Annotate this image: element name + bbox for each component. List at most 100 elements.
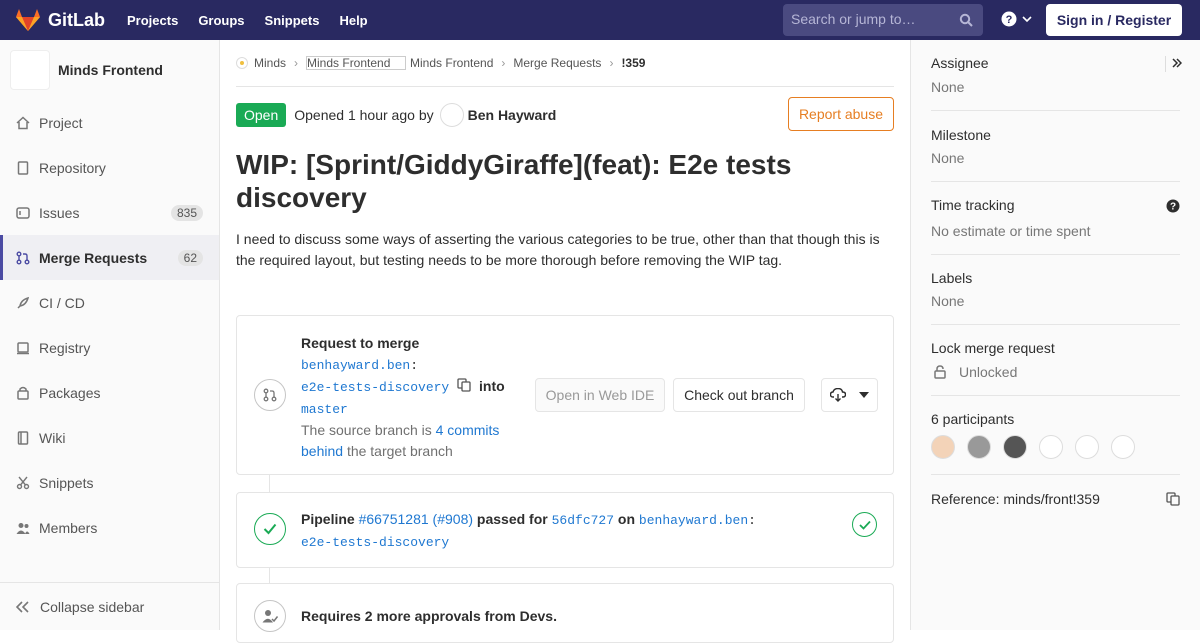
copy-icon[interactable] — [457, 378, 471, 392]
opened-time: 1 hour ago — [347, 106, 415, 123]
behind-prefix: The source branch is — [301, 422, 432, 438]
pipeline-colon: : — [748, 513, 756, 528]
gitlab-tanuki-icon — [16, 9, 40, 31]
commits-behind-link[interactable]: 4 commits — [436, 422, 500, 438]
sidebar-item-members[interactable]: Members — [0, 505, 219, 550]
pipeline-id-link[interactable]: #66751281 — [359, 511, 429, 527]
widget-connector — [269, 568, 270, 583]
sign-in-button[interactable]: Sign in / Register — [1046, 4, 1182, 36]
sidebar-item-merge-requests[interactable]: Merge Requests 62 — [0, 235, 219, 280]
search-input[interactable]: Search or jump to… — [783, 4, 983, 36]
breadcrumb-project-image-alt: Minds Frontend — [307, 56, 391, 70]
pipeline-label: Pipeline — [301, 511, 355, 527]
nav-snippets[interactable]: Snippets — [265, 13, 320, 28]
sidebar-item-ci-cd[interactable]: CI / CD — [0, 280, 219, 325]
gitlab-logo[interactable]: GitLab — [16, 9, 105, 31]
pipeline-info: Pipeline #66751281 (#908) passed for 56d… — [301, 509, 801, 553]
sidebar-item-label: Wiki — [39, 429, 66, 446]
doc-icon — [16, 160, 30, 175]
source-colon: : — [410, 358, 419, 373]
help-dropdown[interactable]: ? — [1001, 11, 1032, 27]
sidebar-item-registry[interactable]: Registry — [0, 325, 219, 370]
opened-info: Opened 1 hour ago by — [294, 107, 433, 123]
source-branch[interactable]: e2e-tests-discovery — [301, 380, 449, 395]
copy-icon[interactable] — [1166, 492, 1180, 506]
lock-value: Unlocked — [959, 364, 1018, 380]
pipeline-success-icon[interactable] — [254, 513, 286, 545]
sidebar-item-snippets[interactable]: Snippets — [0, 460, 219, 505]
breadcrumb-current[interactable]: !359 — [621, 56, 645, 70]
sidebar-item-repository[interactable]: Repository — [0, 145, 219, 190]
container-icon — [16, 341, 30, 355]
collapse-right-sidebar-button[interactable] — [1165, 56, 1183, 72]
labels-block: Labels None — [931, 255, 1180, 325]
approvals-widget: Requires 2 more approvals from Devs. — [236, 583, 894, 643]
participant-avatar[interactable] — [967, 435, 991, 459]
lock-open-icon — [934, 365, 946, 379]
sidebar-project-header[interactable]: Minds Frontend — [0, 40, 219, 100]
participant-avatar[interactable] — [1075, 435, 1099, 459]
nav-projects[interactable]: Projects — [127, 13, 178, 28]
sidebar-item-label: Merge Requests — [39, 249, 148, 266]
collapse-sidebar-button[interactable]: Collapse sidebar — [0, 582, 219, 630]
participant-avatar[interactable] — [931, 435, 955, 459]
author-name[interactable]: Ben Hayward — [468, 107, 557, 123]
sidebar-item-label: Issues — [39, 204, 80, 221]
approval-user-icon — [254, 600, 286, 632]
report-abuse-button[interactable]: Report abuse — [787, 97, 894, 131]
into-label: into — [479, 378, 505, 394]
chevron-down-icon — [1022, 16, 1032, 23]
pipeline-widget: Pipeline #66751281 (#908) passed for 56d… — [236, 492, 894, 568]
breadcrumb: Minds › Minds Frontend Minds Frontend › … — [236, 40, 894, 87]
sidebar-item-project[interactable]: Project — [0, 100, 219, 145]
assignee-block: Assignee None — [931, 40, 1183, 111]
sidebar-item-issues[interactable]: Issues 835 — [0, 190, 219, 235]
approvals-text: Requires 2 more approvals from Devs. — [301, 608, 557, 624]
author-avatar[interactable] — [439, 102, 464, 127]
milestone-value: None — [931, 150, 965, 166]
participant-avatar[interactable] — [1111, 435, 1135, 459]
nav-groups[interactable]: Groups — [198, 13, 244, 28]
behind-link[interactable]: behind — [301, 443, 343, 459]
mr-title: WIP: [Sprint/GiddyGiraffe](feat): E2e te… — [236, 149, 792, 213]
svg-text:?: ? — [1170, 202, 1176, 213]
participant-avatar[interactable] — [1039, 435, 1063, 459]
question-circle-icon[interactable]: ? — [1166, 199, 1180, 213]
breadcrumb-merge-requests[interactable]: Merge Requests — [513, 56, 601, 70]
breadcrumb-separator: › — [294, 56, 299, 70]
sidebar-item-label: Packages — [39, 384, 101, 401]
double-chevron-right-icon — [1172, 58, 1183, 68]
time-tracking-block: Time tracking No estimate or time spent … — [931, 182, 1180, 255]
lock-block: Lock merge request Unlocked — [931, 325, 1180, 396]
open-web-ide-button[interactable]: Open in Web IDE — [535, 378, 665, 412]
pipeline-iid-link[interactable]: (#908) — [433, 511, 473, 527]
reference-text: Reference: minds/front!359 — [931, 491, 1100, 507]
sidebar-item-packages[interactable]: Packages — [0, 370, 219, 415]
breadcrumb-project[interactable]: Minds Frontend — [410, 56, 493, 70]
sidebar-item-wiki[interactable]: Wiki — [0, 415, 219, 460]
breadcrumb-group[interactable]: Minds — [254, 56, 286, 70]
pipeline-branch[interactable]: e2e-tests-discovery — [301, 535, 449, 550]
scissors-icon — [16, 476, 30, 490]
download-dropdown-button[interactable] — [821, 378, 878, 412]
merge-requests-count-badge: 62 — [177, 249, 203, 266]
time-tracking-value: No estimate or time spent — [931, 223, 1091, 239]
search-icon — [959, 13, 973, 27]
lock-title: Lock merge request — [931, 340, 1055, 356]
source-namespace[interactable]: benhayward.ben — [301, 358, 410, 373]
rocket-icon — [16, 296, 30, 310]
assignee-value: None — [931, 79, 965, 95]
labels-value: None — [931, 293, 965, 309]
commit-sha-link[interactable]: 56dfc727 — [552, 513, 614, 528]
sidebar-item-label: Registry — [39, 339, 91, 356]
merge-request-icon — [254, 379, 286, 411]
pipeline-namespace[interactable]: benhayward.ben — [639, 513, 748, 528]
pipeline-status-check-icon[interactable] — [852, 512, 877, 537]
check-out-branch-button[interactable]: Check out branch — [673, 378, 805, 412]
target-branch[interactable]: master — [301, 402, 348, 417]
on-label: on — [617, 511, 636, 527]
participant-avatar[interactable] — [1003, 435, 1027, 459]
issuable-sidebar: Assignee None Milestone None Time tracki… — [910, 40, 1200, 630]
nav-help[interactable]: Help — [339, 13, 367, 28]
sidebar-item-label: Repository — [39, 159, 106, 176]
